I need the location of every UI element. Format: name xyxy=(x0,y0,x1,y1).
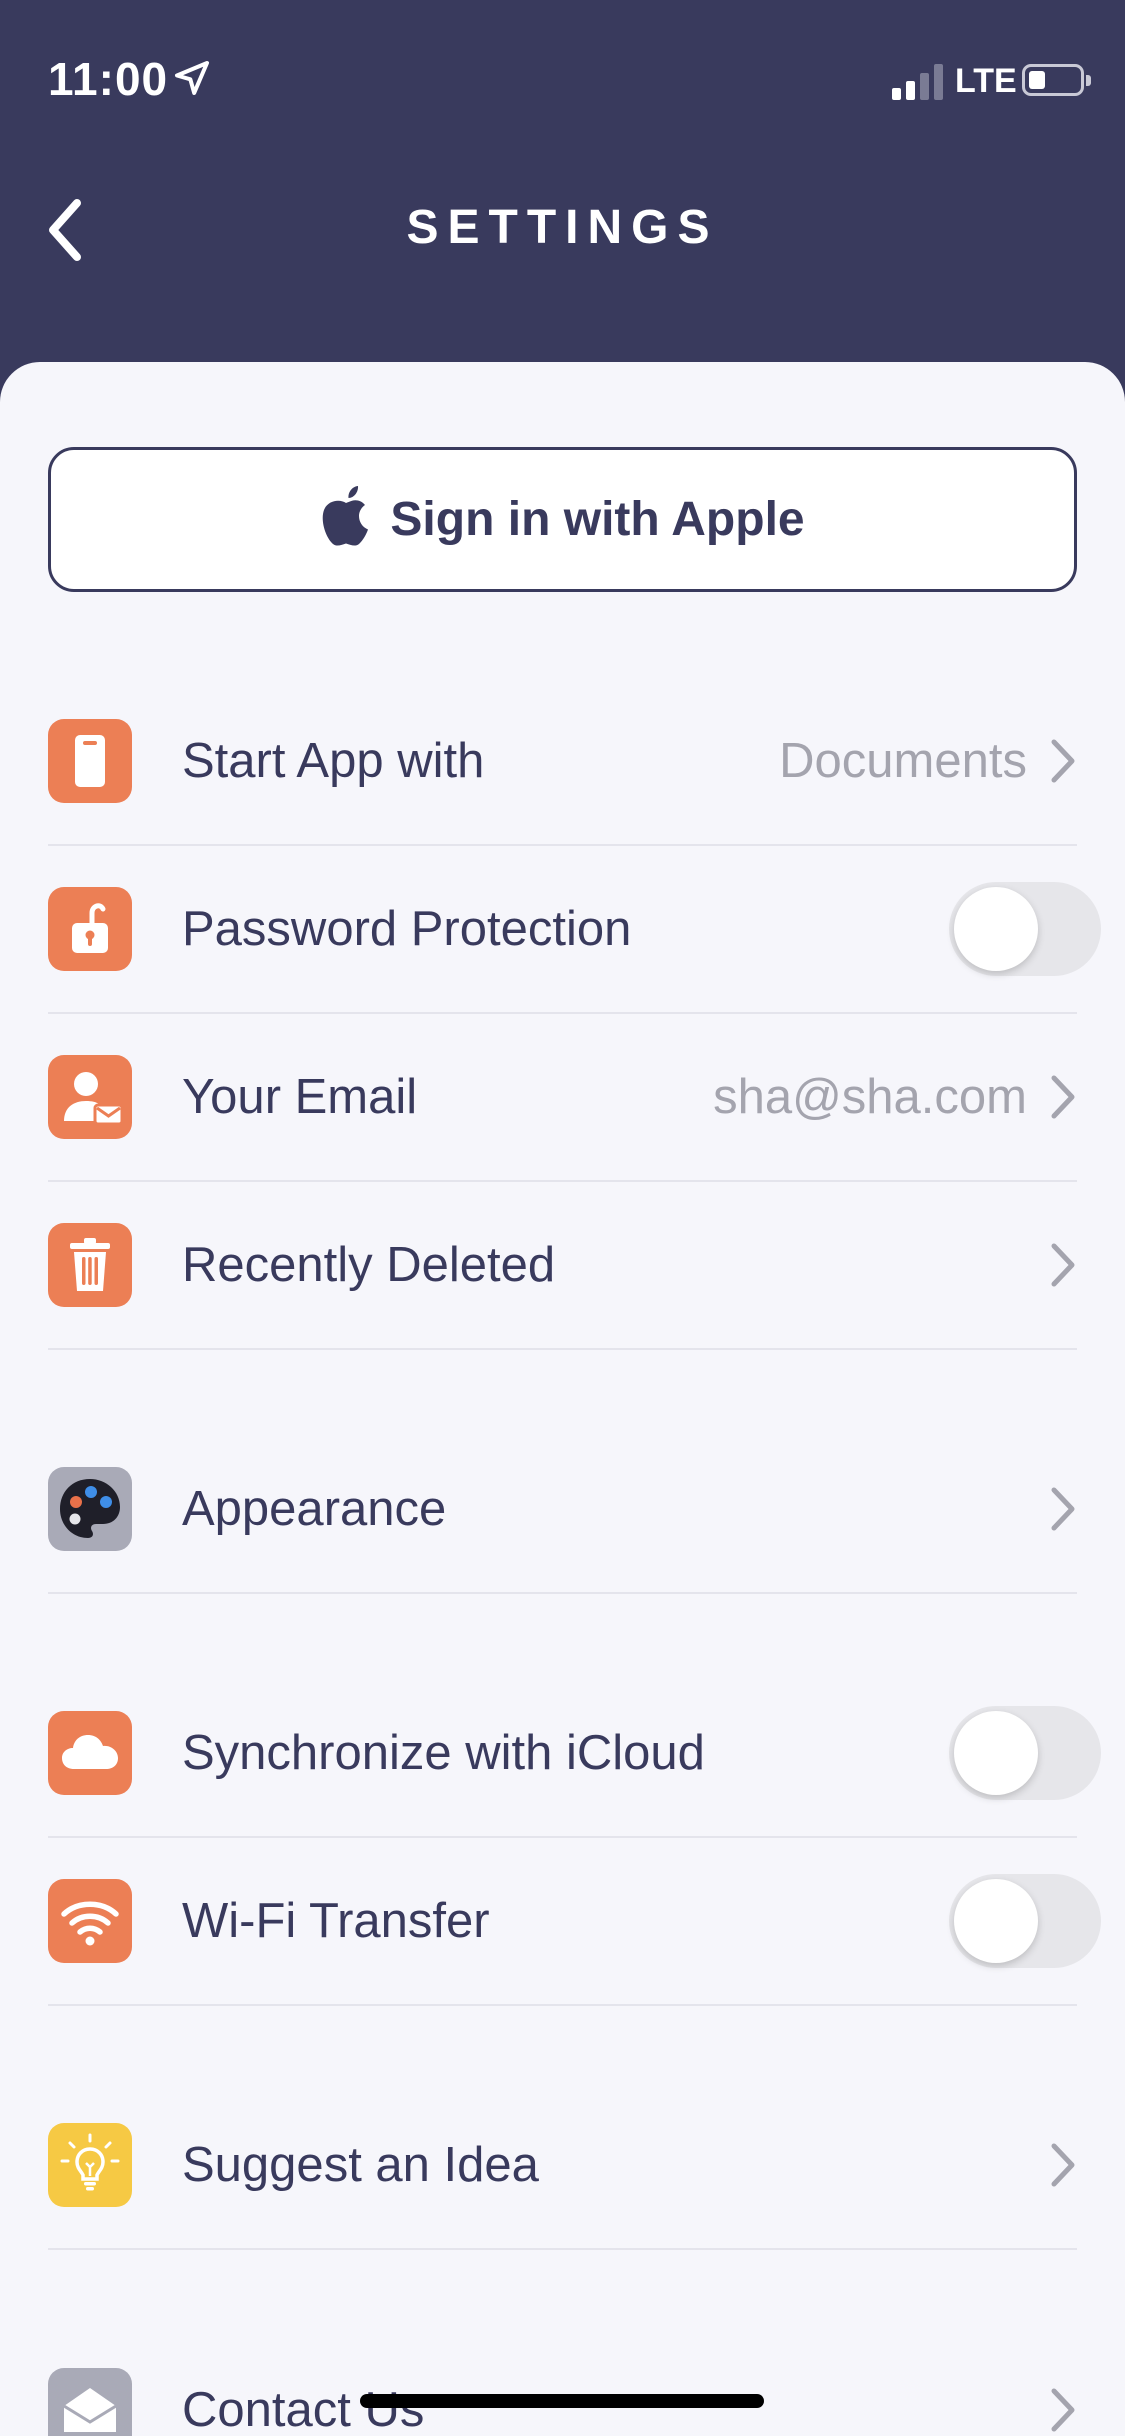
setting-wifi-transfer: Wi-Fi Transfer xyxy=(48,1838,1101,2006)
setting-label: Recently Deleted xyxy=(182,1238,556,1292)
battery-icon xyxy=(1022,64,1091,96)
chevron-right-icon xyxy=(1051,1487,1075,1531)
password-protection-toggle[interactable] xyxy=(949,882,1101,976)
setting-label: Appearance xyxy=(182,1482,447,1536)
setting-label: Your Email xyxy=(182,1070,418,1124)
setting-password-protection: Password Protection xyxy=(48,846,1101,1014)
setting-label: Wi-Fi Transfer xyxy=(182,1894,490,1948)
phone-icon xyxy=(48,719,132,803)
wifi-icon xyxy=(48,1879,132,1963)
sign-in-with-apple-button[interactable]: Sign in with Apple xyxy=(48,447,1077,592)
apple-logo-icon xyxy=(323,485,369,546)
chevron-right-icon xyxy=(1051,2388,1075,2432)
network-type: LTE xyxy=(955,62,1017,100)
home-indicator[interactable] xyxy=(360,2394,764,2408)
chevron-right-icon xyxy=(1051,1243,1075,1287)
cloud-icon xyxy=(48,1711,132,1795)
setting-label: Contact Us xyxy=(182,2383,425,2436)
setting-label: Synchronize with iCloud xyxy=(182,1726,705,1780)
setting-label: Suggest an Idea xyxy=(182,2138,539,2192)
lightbulb-icon xyxy=(48,2123,132,2207)
setting-contact-us[interactable]: Contact Us xyxy=(48,2326,1077,2436)
trash-icon xyxy=(48,1223,132,1307)
setting-recently-deleted[interactable]: Recently Deleted xyxy=(48,1182,1077,1350)
setting-your-email[interactable]: Your Email sha@sha.com xyxy=(48,1014,1077,1182)
status-time: 11:00 xyxy=(48,53,169,105)
envelope-icon xyxy=(48,2368,132,2436)
setting-label: Password Protection xyxy=(182,902,632,956)
wifi-transfer-toggle[interactable] xyxy=(949,1874,1101,1968)
setting-suggest-idea[interactable]: Suggest an Idea xyxy=(48,2082,1077,2250)
navigation-bar: SETTINGS xyxy=(0,150,1125,360)
icloud-sync-toggle[interactable] xyxy=(949,1706,1101,1800)
chevron-right-icon xyxy=(1051,1075,1075,1119)
cellular-signal-icon xyxy=(892,62,944,100)
setting-appearance[interactable]: Appearance xyxy=(48,1426,1077,1594)
settings-screen: 11:00 LTE SETTINGS Sign in with Apple St… xyxy=(0,0,1125,2436)
location-arrow-icon xyxy=(175,61,209,95)
page-title: SETTINGS xyxy=(406,201,719,254)
setting-start-app-with[interactable]: Start App with Documents xyxy=(48,678,1077,846)
setting-synchronize-icloud: Synchronize with iCloud xyxy=(48,1670,1101,1838)
chevron-right-icon xyxy=(1051,739,1075,783)
setting-value: Documents xyxy=(779,734,1027,788)
setting-label: Start App with xyxy=(182,734,485,788)
setting-value: sha@sha.com xyxy=(713,1070,1027,1124)
unlock-icon xyxy=(48,887,132,971)
palette-icon xyxy=(48,1467,132,1551)
chevron-right-icon xyxy=(1051,2143,1075,2187)
status-bar: 11:00 LTE xyxy=(0,0,1125,150)
sign-in-label: Sign in with Apple xyxy=(390,493,805,546)
settings-sheet: Sign in with Apple Start App with Docume… xyxy=(0,362,1125,2436)
user-mail-icon xyxy=(48,1055,132,1139)
